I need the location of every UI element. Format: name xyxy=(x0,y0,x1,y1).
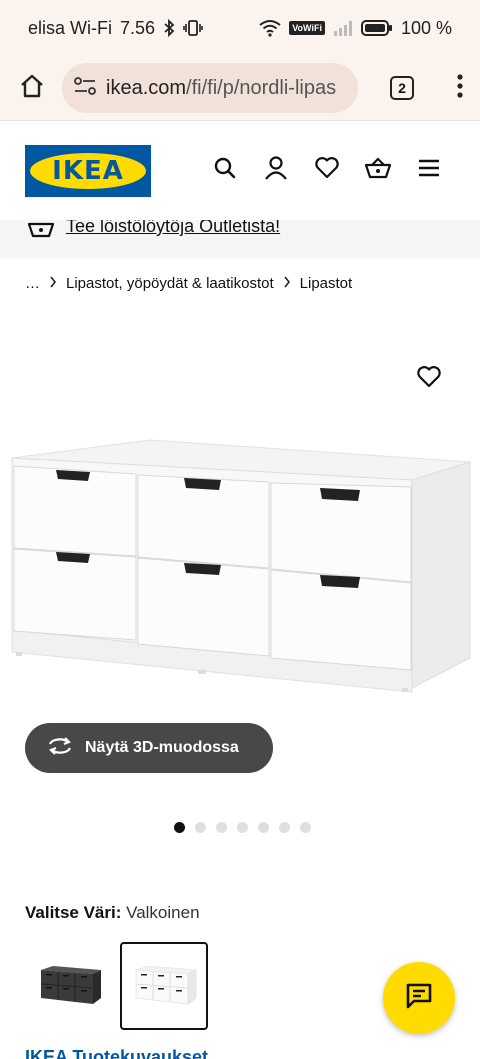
breadcrumb-ellipsis[interactable]: … xyxy=(25,275,40,292)
search-icon xyxy=(213,156,237,185)
carousel-dot[interactable] xyxy=(300,822,311,833)
breadcrumb-item-category[interactable]: Lipastot, yöpöydät & laatikostot xyxy=(66,275,274,292)
wishlist-button[interactable] xyxy=(312,155,342,185)
color-swatch-black[interactable] xyxy=(25,942,113,1030)
carousel-dot[interactable] xyxy=(279,822,290,833)
vowifi-text: VoWiFi xyxy=(292,23,322,33)
hamburger-icon xyxy=(417,158,441,183)
cart-button[interactable] xyxy=(363,155,393,185)
outlet-basket-icon xyxy=(27,220,55,245)
address-bar[interactable]: ikea.com/fi/fi/p/nordli-lipas xyxy=(62,63,358,113)
add-to-favorites-button[interactable] xyxy=(414,364,444,394)
chat-icon xyxy=(405,982,433,1015)
wifi-icon xyxy=(259,19,281,37)
account-icon xyxy=(264,155,288,186)
tabs-button[interactable]: 2 xyxy=(370,58,434,118)
outlet-banner[interactable]: Tee löistölöytöja Outletista! xyxy=(0,220,480,258)
url-text: ikea.com/fi/fi/p/nordli-lipas xyxy=(106,77,336,100)
basket-icon xyxy=(364,156,392,185)
browser-menu-button[interactable] xyxy=(440,58,480,118)
vowifi-badge: VoWiFi xyxy=(289,21,325,35)
home-button[interactable] xyxy=(2,58,62,118)
carousel-dot[interactable] xyxy=(237,822,248,833)
home-icon xyxy=(19,73,45,104)
heart-icon xyxy=(416,365,442,394)
heart-icon xyxy=(314,156,340,185)
breadcrumb: … Lipastot, yöpöydät & laatikostot Lipas… xyxy=(25,275,352,292)
rotate-3d-icon xyxy=(47,736,73,761)
browser-toolbar: ikea.com/fi/fi/p/nordli-lipas 2 xyxy=(0,56,480,120)
color-value: Valkoinen xyxy=(126,903,200,922)
search-button[interactable] xyxy=(210,155,240,185)
more-vertical-icon xyxy=(457,73,463,103)
color-swatch-white[interactable] xyxy=(120,942,208,1030)
chat-button[interactable] xyxy=(383,962,455,1034)
color-label-title: Valitse Väri: xyxy=(25,903,122,922)
logo-oval: IKEA xyxy=(30,153,146,189)
carousel-dot[interactable] xyxy=(258,822,269,833)
product-image[interactable] xyxy=(0,430,480,700)
carousel-dot[interactable] xyxy=(195,822,206,833)
next-section-title[interactable]: IKEA Tuotekuvaukset xyxy=(25,1047,208,1059)
carousel-dot[interactable] xyxy=(216,822,227,833)
status-bar: elisa Wi-Fi 7.56 VoWiFi 100 % xyxy=(0,0,480,56)
tab-count: 2 xyxy=(390,76,414,100)
carousel-dots xyxy=(174,822,311,833)
bluetooth-icon xyxy=(163,19,175,37)
view-3d-button[interactable]: Näytä 3D-muodossa xyxy=(25,723,273,773)
view-3d-label: Näytä 3D-muodossa xyxy=(85,739,239,756)
site-header: IKEA xyxy=(0,120,480,220)
ikea-logo[interactable]: IKEA xyxy=(25,145,151,197)
battery-percent: 100 % xyxy=(400,17,452,38)
signal-icon xyxy=(333,20,353,36)
clock: 7.56 xyxy=(120,17,156,38)
account-button[interactable] xyxy=(261,155,291,185)
site-settings-icon[interactable] xyxy=(74,76,96,100)
carousel-dot[interactable] xyxy=(174,822,185,833)
color-selector-label: Valitse Väri: Valkoinen xyxy=(25,903,200,923)
url-host: ikea.com xyxy=(106,76,187,99)
chevron-right-icon xyxy=(49,276,57,291)
battery-icon xyxy=(360,19,393,37)
chevron-right-icon xyxy=(283,276,291,291)
logo-text: IKEA xyxy=(52,156,124,186)
main-menu-button[interactable] xyxy=(414,155,444,185)
vibrate-icon xyxy=(183,19,203,37)
breadcrumb-item-current[interactable]: Lipastot xyxy=(300,275,353,292)
outlet-link[interactable]: Tee löistölöytöja Outletista! xyxy=(66,220,280,237)
carrier-label: elisa Wi-Fi xyxy=(28,17,112,38)
url-path: /fi/fi/p/nordli-lipas xyxy=(186,76,337,99)
